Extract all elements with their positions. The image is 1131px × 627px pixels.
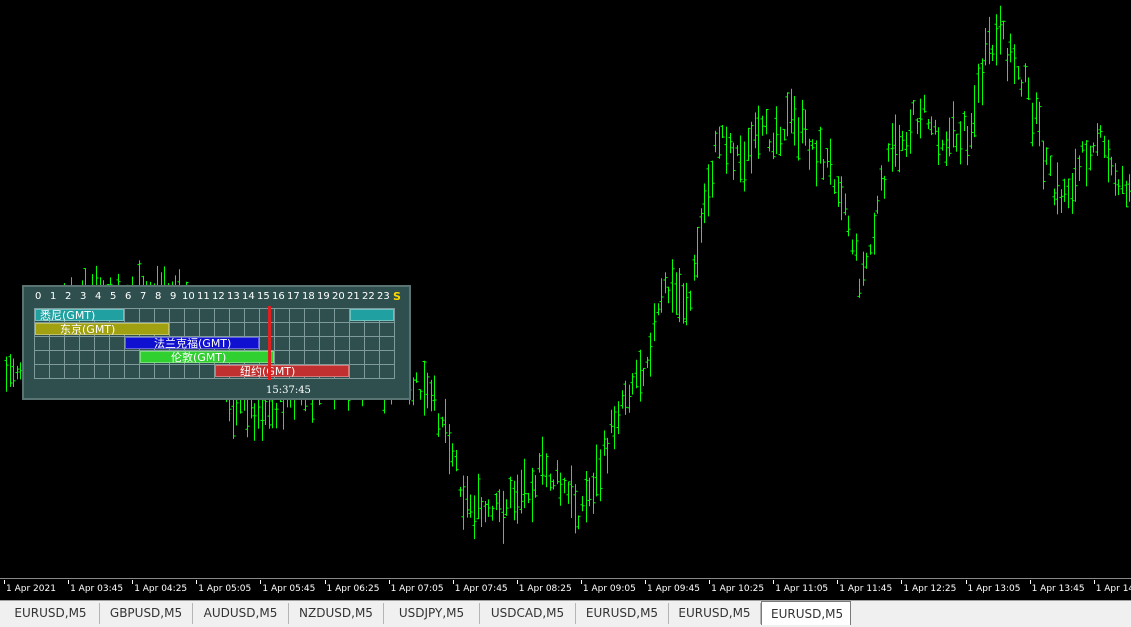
chart-tab[interactable]: EURUSD,M5 [576,603,669,624]
session-bar: 纽约(GMT) [215,365,349,378]
time-tick [965,580,967,584]
time-label: 1 Apr 08:25 [518,584,572,594]
hour-label: 9 [170,291,177,302]
time-tick [645,580,646,584]
session-bar: 伦敦(GMT) [140,351,274,364]
time-tick [709,580,711,584]
chart-tab[interactable]: EURUSD,M5 [761,601,851,625]
hour-label: 5 [110,291,117,302]
time-label: 1 Apr 10:25 [711,584,765,594]
clock-label: 15:37:45 [266,385,311,396]
time-tick [388,580,390,584]
time-label: 1 Apr 14: [1095,584,1131,594]
chart-tab[interactable]: USDCAD,M5 [480,603,576,624]
time-label: 1 Apr 13:45 [1031,584,1085,594]
time-label: 1 Apr 09:45 [647,584,700,594]
hour-label: 4 [95,291,102,302]
time-label: 1 Apr 09:05 [582,584,636,594]
time-label: 1 Apr 07:05 [390,584,444,594]
time-label: 1 Apr 13:05 [967,584,1021,594]
time-tick [580,580,582,584]
time-label: 1 Apr 04:25 [134,584,188,594]
chart-bottom-border [0,578,1131,579]
hour-label: 6 [125,291,132,302]
time-label: 1 Apr 12:25 [903,584,957,594]
hour-label: 0 [35,291,42,302]
hour-label: 1 [50,291,57,302]
hour-label: 16 [272,291,285,302]
hour-label: 22 [362,291,375,302]
hour-label: 17 [287,291,300,302]
hour-label: 23 [377,291,390,302]
time-label: 1 Apr 11:45 [839,584,893,594]
hour-label: 21 [347,291,360,302]
chart-tab[interactable]: EURUSD,M5 [2,603,100,624]
hour-label: 10 [182,291,195,302]
time-tick [516,580,518,584]
time-tick [132,580,134,584]
chart-tab[interactable]: USDJPY,M5 [384,603,480,624]
hour-label: 3 [80,291,87,302]
hour-label: 19 [317,291,330,302]
time-label: 1 Apr 03:45 [70,584,124,594]
time-tick [4,580,5,584]
chart-tab[interactable]: NZDUSD,M5 [289,603,384,624]
time-axis: 1 Apr 2021 1 Apr 03:45 1 Apr 04:25 1 Apr 05… [0,580,1131,600]
hour-label: 20 [332,291,345,302]
time-label: 1 Apr 2021 [6,584,56,594]
chart-tab[interactable]: EURUSD,M5 [669,603,761,624]
hour-label: 14 [242,291,255,302]
time-tick [1093,580,1095,584]
hour-label: 11 [197,291,210,302]
hour-label: 8 [155,291,162,302]
hour-label: 15 [257,291,270,302]
time-tick [196,580,198,584]
time-tick [68,580,70,584]
time-label: 1 Apr 05:05 [198,584,252,594]
session-bar-wrap [350,309,394,321]
time-tick [773,580,775,584]
time-tick [260,580,262,584]
time-tick [901,580,903,584]
time-tick [837,580,839,584]
session-bar: 东京(GMT) [35,323,169,336]
chart-tab[interactable]: GBPUSD,M5 [100,603,193,624]
hour-label: 12 [212,291,225,302]
hour-label: 7 [140,291,147,302]
s-label[interactable]: S [393,290,401,303]
current-time-line [268,306,271,380]
session-bar: 悉尼(GMT) [35,309,124,322]
market-sessions-panel[interactable]: 0 1 2 3 4 5 6 7 8 9 10 11 12 13 14 15 16 17 18 19 20 21 22 23 S… [22,285,411,400]
time-label: 1 Apr 05:45 [262,584,316,594]
chart-tab-bar: EURUSD,M5 GBPUSD,M5 AUDUSD,M5 NZDUSD,M5 USDJ… [0,600,1131,627]
time-tick [324,580,326,584]
chart-tab[interactable]: AUDUSD,M5 [193,603,289,624]
hour-label: 13 [227,291,240,302]
time-tick [452,580,454,584]
hour-label: 18 [302,291,315,302]
hour-label: 2 [65,291,72,302]
time-label: 1 Apr 06:25 [326,584,380,594]
session-bar: 法兰克福(GMT) [125,337,259,350]
time-tick [1029,580,1031,584]
time-label: 1 Apr 11:05 [775,584,829,594]
time-label: 1 Apr 07:45 [454,584,508,594]
